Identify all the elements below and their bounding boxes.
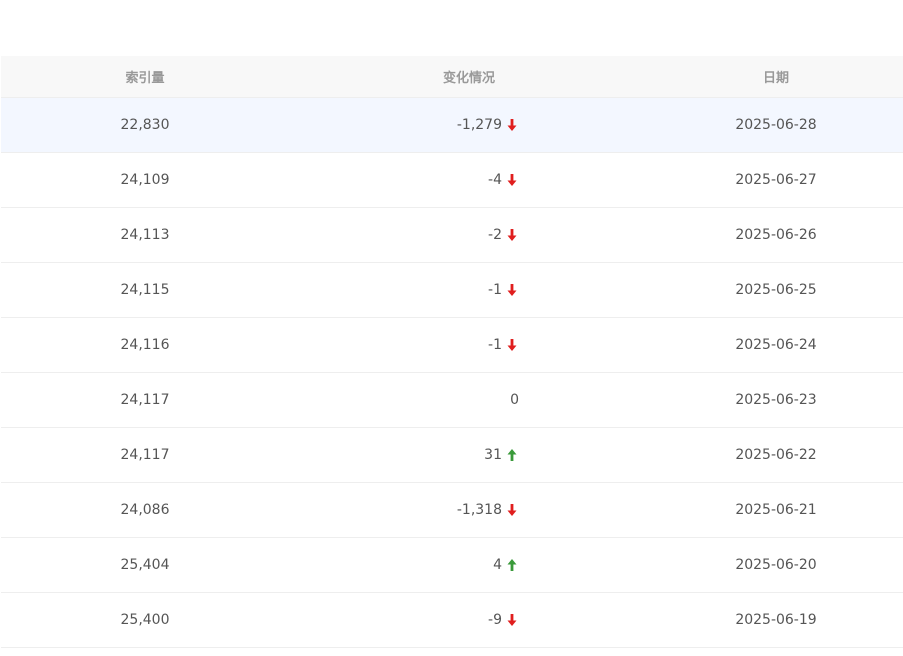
index-volume-cell: 24,113: [120, 227, 170, 243]
date-cell: 2025-06-19: [735, 612, 817, 628]
change-cell: -1: [289, 282, 649, 298]
arrow-up-icon: [505, 558, 519, 572]
index-volume-cell: 24,086: [120, 502, 170, 518]
table-row[interactable]: 24,113 -2 2025-06-26: [1, 208, 903, 263]
arrow-down-icon: [505, 228, 519, 242]
date-cell: 2025-06-22: [735, 447, 817, 463]
arrow-down-icon: [505, 503, 519, 517]
change-value-wrapper: 31: [399, 447, 519, 463]
arrow-down-icon: [505, 338, 519, 352]
table-row[interactable]: 25,404 4 2025-06-20: [1, 538, 903, 593]
index-volume-cell: 24,109: [120, 172, 170, 188]
table-body: 22,830 -1,279 2025-06-28 24,109 -4 2025-06-27…: [1, 98, 903, 648]
table-row[interactable]: 24,115 -1 2025-06-25: [1, 263, 903, 318]
date-cell: 2025-06-25: [735, 282, 817, 298]
table-row[interactable]: 24,109 -4 2025-06-27: [1, 153, 903, 208]
table-row[interactable]: 24,117 0 2025-06-23: [1, 373, 903, 428]
index-volume-cell: 22,830: [120, 117, 170, 133]
change-value-wrapper: -1,318: [399, 502, 519, 518]
change-value: -9: [488, 612, 502, 628]
change-cell: 31: [289, 447, 649, 463]
change-value: 31: [484, 447, 502, 463]
change-value-wrapper: 0: [399, 392, 519, 408]
table-row[interactable]: 24,116 -1 2025-06-24: [1, 318, 903, 373]
arrow-up-icon: [505, 448, 519, 462]
index-volume-cell: 25,404: [120, 557, 170, 573]
index-volume-cell: 24,115: [120, 282, 170, 298]
table-row[interactable]: 24,117 31 2025-06-22: [1, 428, 903, 483]
table-row[interactable]: 24,086 -1,318 2025-06-21: [1, 483, 903, 538]
change-cell: -1: [289, 337, 649, 353]
change-value-wrapper: -2: [399, 227, 519, 243]
change-value: -1,279: [456, 117, 502, 133]
date-cell: 2025-06-21: [735, 502, 817, 518]
change-cell: 4: [289, 557, 649, 573]
index-volume-cell: 25,400: [120, 612, 170, 628]
date-cell: 2025-06-27: [735, 172, 817, 188]
header-change[interactable]: 变化情况: [289, 67, 649, 86]
change-cell: -1,318: [289, 502, 649, 518]
change-value-wrapper: -9: [399, 612, 519, 628]
change-value: 4: [493, 557, 502, 573]
index-volume-cell: 24,117: [120, 392, 170, 408]
date-cell: 2025-06-24: [735, 337, 817, 353]
change-cell: -2: [289, 227, 649, 243]
table-row[interactable]: 25,400 -9 2025-06-19: [1, 593, 903, 648]
date-cell: 2025-06-23: [735, 392, 817, 408]
table-row[interactable]: 22,830 -1,279 2025-06-28: [1, 98, 903, 153]
header-date[interactable]: 日期: [649, 67, 903, 86]
index-volume-table: 索引量 变化情况 日期 22,830 -1,279 2025-06-28 24,109…: [1, 56, 903, 648]
change-value-wrapper: -1,279: [399, 117, 519, 133]
arrow-down-icon: [505, 118, 519, 132]
change-value: -2: [488, 227, 502, 243]
date-cell: 2025-06-20: [735, 557, 817, 573]
change-value-wrapper: 4: [399, 557, 519, 573]
arrow-down-icon: [505, 283, 519, 297]
arrow-down-icon: [505, 173, 519, 187]
change-value: 0: [510, 392, 519, 408]
table-header: 索引量 变化情况 日期: [1, 56, 903, 98]
change-value-wrapper: -4: [399, 172, 519, 188]
change-value: -1,318: [456, 502, 502, 518]
arrow-down-icon: [505, 613, 519, 627]
change-value: -1: [488, 337, 502, 353]
date-cell: 2025-06-28: [735, 117, 817, 133]
change-cell: -1,279: [289, 117, 649, 133]
change-cell: -9: [289, 612, 649, 628]
change-cell: 0: [289, 392, 649, 408]
index-volume-cell: 24,116: [120, 337, 170, 353]
change-value: -4: [488, 172, 502, 188]
change-value: -1: [488, 282, 502, 298]
index-volume-cell: 24,117: [120, 447, 170, 463]
date-cell: 2025-06-26: [735, 227, 817, 243]
change-cell: -4: [289, 172, 649, 188]
change-value-wrapper: -1: [399, 282, 519, 298]
header-index-volume[interactable]: 索引量: [1, 67, 289, 86]
change-value-wrapper: -1: [399, 337, 519, 353]
